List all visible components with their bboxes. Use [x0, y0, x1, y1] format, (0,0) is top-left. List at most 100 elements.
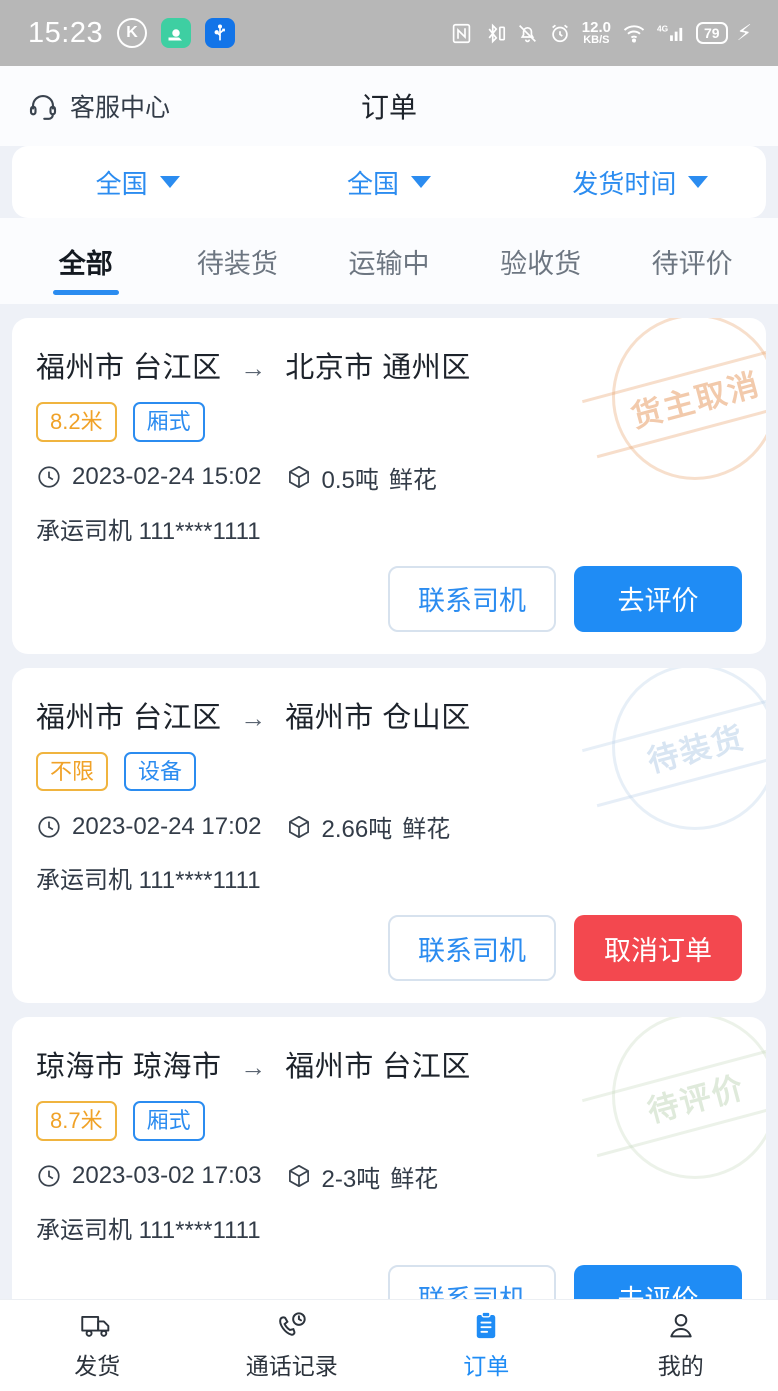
tab-pending-loading[interactable]: 待装货 [162, 242, 314, 281]
status-time: 15:23 [28, 16, 104, 49]
battery-icon: 79 [695, 21, 728, 45]
filter-region-to-label: 全国 [346, 168, 399, 199]
stamp-ring [612, 667, 766, 830]
tab-all[interactable]: 全部 [10, 242, 162, 281]
arrow-icon: → [240, 702, 267, 733]
wifi-icon [622, 23, 646, 44]
camera-app-icon [161, 18, 192, 48]
filter-region-from[interactable]: 全国 [12, 164, 263, 201]
nav-item-profile-label: 我的 [657, 1352, 704, 1379]
customer-service-label: 客服中心 [70, 94, 171, 122]
order-time: 2023-02-24 17:02 [72, 812, 262, 840]
tag-truck-type: 厢式 [132, 1101, 205, 1141]
order-route: 福州市 台江区 → 福州市 仓山区 [36, 694, 742, 736]
order-tags: 8.7米 厢式 [36, 1101, 742, 1141]
signal-icon: 4G [657, 22, 685, 45]
nav-item-orders[interactable]: 订单 [389, 1310, 584, 1381]
clipboard-icon [470, 1310, 502, 1341]
route-origin: 琼海市 琼海市 [36, 1051, 222, 1083]
usb-icon [205, 18, 236, 48]
order-time: 2023-03-02 17:03 [72, 1162, 262, 1189]
nfc-icon [451, 22, 472, 45]
app-header: 客服中心 订单 [0, 66, 778, 146]
order-driver: 承运司机 111****1111 [36, 1216, 261, 1244]
chevron-down-icon [159, 176, 180, 188]
filter-bar-wrapper: 全国 全国 发货时间 [0, 146, 778, 218]
customer-service-button[interactable]: 客服中心 [28, 88, 170, 124]
status-bar: 15:23 K 12.0 KB/S 4G 79 ⚡ [0, 0, 778, 66]
nav-item-call-log-label: 通话记录 [245, 1352, 338, 1379]
box-icon [286, 464, 312, 490]
filter-ship-time-label: 发货时间 [572, 168, 677, 199]
nav-item-call-log[interactable]: 通话记录 [195, 1311, 390, 1381]
route-destination: 福州市 仓山区 [285, 701, 471, 734]
order-meta: 2023-03-02 17:03 2-3吨 鲜花 [36, 1159, 742, 1194]
order-list: 货主取消 福州市 台江区 → 北京市 通州区 8.2米 厢式 2023-02-2… [0, 318, 778, 1391]
bottom-navigation: 发货 通话记录 订单 我的 [0, 1299, 778, 1391]
tag-truck-length: 8.7米 [36, 1101, 117, 1141]
route-origin: 福州市 台江区 [36, 352, 222, 384]
network-speed-unit: KB/S [583, 33, 610, 46]
tab-pending-loading-label: 待装货 [196, 248, 278, 279]
tab-all-label: 全部 [58, 248, 113, 279]
order-actions: 联系司机 取消订单 [36, 915, 742, 981]
clock-icon [36, 814, 62, 840]
go-review-button[interactable]: 去评价 [574, 565, 742, 632]
headset-icon [28, 91, 58, 121]
tag-truck-length: 不限 [36, 751, 109, 791]
bluetooth-icon [483, 22, 506, 45]
order-route: 琼海市 琼海市 → 福州市 台江区 [36, 1043, 742, 1085]
order-meta: 2023-02-24 17:02 2.66吨 鲜花 [36, 809, 742, 844]
person-icon [665, 1311, 697, 1341]
tab-in-transit[interactable]: 运输中 [313, 242, 465, 281]
contact-driver-button[interactable]: 联系司机 [388, 915, 556, 981]
tag-truck-type: 设备 [124, 751, 197, 791]
tab-accept-goods[interactable]: 验收货 [465, 242, 617, 281]
clock-icon [36, 1163, 62, 1189]
app-root: 15:23 K 12.0 KB/S 4G 79 ⚡ 客服中心 订单 全国 全国 … [0, 0, 778, 1391]
order-actions: 联系司机 去评价 [36, 565, 742, 632]
svg-text:4G: 4G [657, 23, 668, 33]
order-route: 福州市 台江区 → 北京市 通州区 [36, 344, 742, 386]
status-bar-left: 15:23 K [28, 16, 236, 50]
order-cargo: 鲜花 [402, 816, 451, 843]
tab-pending-review[interactable]: 待评价 [616, 242, 768, 281]
route-destination: 福州市 台江区 [285, 1051, 471, 1083]
order-card[interactable]: 待装货 福州市 台江区 → 福州市 仓山区 不限 设备 2023-02-24 1… [12, 667, 766, 1003]
order-driver: 承运司机 111****1111 [36, 517, 261, 545]
nav-item-orders-label: 订单 [463, 1352, 510, 1379]
cancel-order-button[interactable]: 取消订单 [574, 915, 742, 981]
chevron-down-icon [411, 176, 431, 188]
nav-item-profile[interactable]: 我的 [584, 1311, 778, 1381]
tab-pending-review-label: 待评价 [651, 248, 733, 279]
nav-item-shipping[interactable]: 发货 [0, 1311, 195, 1381]
order-driver: 承运司机 111****1111 [36, 867, 261, 894]
order-tags: 8.2米 厢式 [36, 402, 742, 442]
arrow-icon: → [240, 353, 267, 383]
chevron-down-icon [688, 176, 709, 188]
order-weight: 2.66吨 [321, 816, 393, 843]
box-icon [286, 1163, 312, 1189]
arrow-icon: → [240, 1052, 267, 1082]
mute-bell-icon [517, 22, 538, 45]
tag-truck-type: 厢式 [132, 402, 205, 442]
order-cargo: 鲜花 [390, 1165, 439, 1193]
filter-ship-time[interactable]: 发货时间 [515, 164, 766, 201]
order-time: 2023-02-24 15:02 [72, 463, 262, 490]
order-meta: 2023-02-24 15:02 0.5吨 鲜花 [36, 460, 742, 495]
order-card[interactable]: 货主取消 福州市 台江区 → 北京市 通州区 8.2米 厢式 2023-02-2… [12, 318, 766, 654]
network-speed: 12.0 KB/S [582, 20, 611, 46]
order-weight: 2-3吨 [321, 1165, 381, 1193]
order-status-tabs: 全部 待装货 运输中 验收货 待评价 [0, 218, 778, 304]
filter-region-to[interactable]: 全国 [263, 164, 514, 201]
route-origin: 福州市 台江区 [36, 701, 222, 734]
stamp-ring [612, 1017, 766, 1179]
alarm-clock-icon [549, 22, 571, 45]
charging-bolt-icon: ⚡ [736, 20, 752, 45]
tag-truck-length: 8.2米 [36, 402, 117, 442]
contact-driver-button[interactable]: 联系司机 [388, 565, 556, 632]
clock-icon [36, 464, 62, 490]
filter-region-from-label: 全国 [95, 168, 148, 199]
truck-icon [80, 1311, 114, 1341]
order-cargo: 鲜花 [388, 466, 437, 494]
